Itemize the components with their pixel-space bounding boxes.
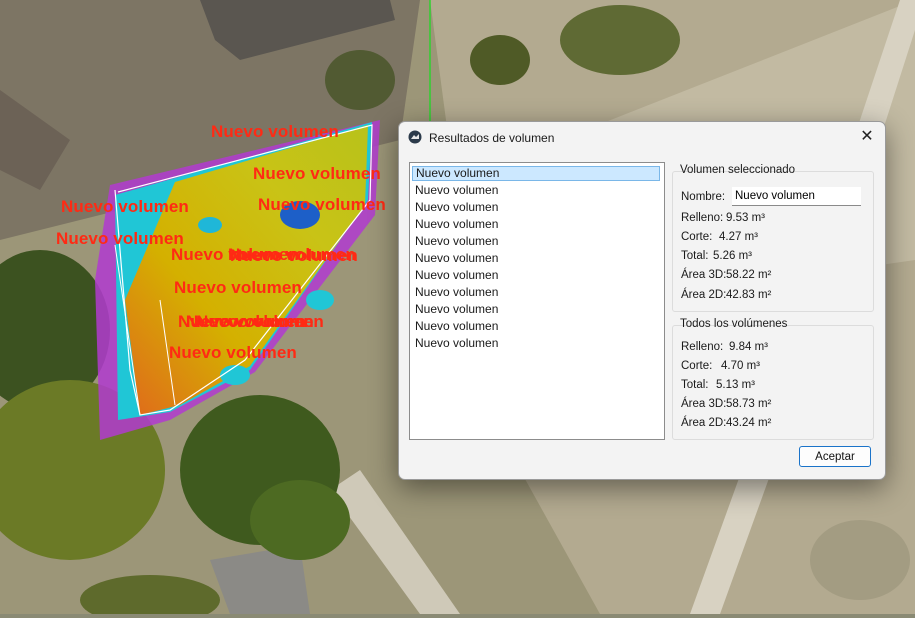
list-item[interactable]: Nuevo volumen	[412, 285, 660, 300]
stat-label: Área 2D:	[681, 289, 727, 301]
map-label: Nuevo volumen	[211, 122, 339, 141]
stat-label: Relleno:	[681, 341, 724, 353]
list-item[interactable]: Nuevo volumen	[412, 217, 660, 232]
list-item[interactable]: Nuevo volumen	[412, 183, 660, 198]
list-item[interactable]: Nuevo volumen	[412, 336, 660, 351]
stat-label: Área 2D:	[681, 417, 727, 429]
volume-hole	[220, 365, 250, 385]
shrub	[810, 520, 910, 600]
stat-value: 43.24 m²	[726, 417, 772, 429]
list-item[interactable]: Nuevo volumen	[412, 319, 660, 334]
map-label: Nuevo volumen	[169, 343, 297, 362]
stat-label: Total:	[681, 250, 709, 262]
title-bar[interactable]: Resultados de volumen ✕	[399, 122, 885, 152]
volume-hole	[306, 290, 334, 310]
stat-value: 42.83 m²	[726, 289, 772, 301]
name-field[interactable]	[732, 187, 861, 206]
all-volumes-title: Todos los volúmenes	[680, 318, 788, 330]
tree	[325, 50, 395, 110]
stat-label: Corte:	[681, 231, 713, 243]
stat-value: 58.73 m²	[726, 398, 772, 410]
stat-label: Área 3D:	[681, 269, 727, 281]
stat-value: 4.70 m³	[721, 360, 760, 372]
tree	[560, 5, 680, 75]
stat-value: 4.27 m³	[719, 231, 758, 243]
map-label: Nuevo volumen	[61, 197, 189, 216]
stat-value: 5.13 m³	[716, 379, 755, 391]
stat-label: Relleno:	[681, 212, 724, 224]
stat-value: 58.22 m²	[726, 269, 772, 281]
list-item[interactable]: Nuevo volumen	[412, 302, 660, 317]
volume-hole	[198, 217, 222, 233]
stat-value: 9.53 m³	[726, 212, 765, 224]
map-label: Nuevo volumen	[196, 312, 324, 331]
list-item[interactable]: Nuevo volumen	[412, 268, 660, 283]
map-label: Nuevo volumen	[258, 195, 386, 214]
volume-list[interactable]: Nuevo volumen Nuevo volumen Nuevo volume…	[409, 162, 665, 440]
stat-value: 5.26 m³	[713, 250, 752, 262]
list-item[interactable]: Nuevo volumen	[412, 166, 660, 181]
name-label: Nombre:	[681, 191, 726, 203]
accept-button[interactable]: Aceptar	[799, 446, 871, 467]
stat-value: 9.84 m³	[729, 341, 768, 353]
map-label: Nuevo volumen	[56, 229, 184, 248]
selected-volume-title: Volumen seleccionado	[680, 164, 796, 176]
list-item[interactable]: Nuevo volumen	[412, 200, 660, 215]
map-label: Nuevo volumen	[230, 246, 358, 265]
tree	[470, 35, 530, 85]
close-icon[interactable]: ✕	[857, 127, 877, 147]
list-item[interactable]: Nuevo volumen	[412, 251, 660, 266]
map-label: Nuevo volumen	[253, 164, 381, 183]
list-item[interactable]: Nuevo volumen	[412, 234, 660, 249]
dialog-title: Resultados de volumen	[429, 131, 555, 145]
stat-label: Corte:	[681, 360, 713, 372]
map-label: Nuevo volumen	[174, 278, 302, 297]
volume-results-dialog: Resultados de volumen ✕ Nuevo volumen Nu…	[398, 121, 886, 480]
tree	[250, 480, 350, 560]
stat-label: Total:	[681, 379, 709, 391]
stat-label: Área 3D:	[681, 398, 727, 410]
app-icon	[408, 130, 422, 144]
